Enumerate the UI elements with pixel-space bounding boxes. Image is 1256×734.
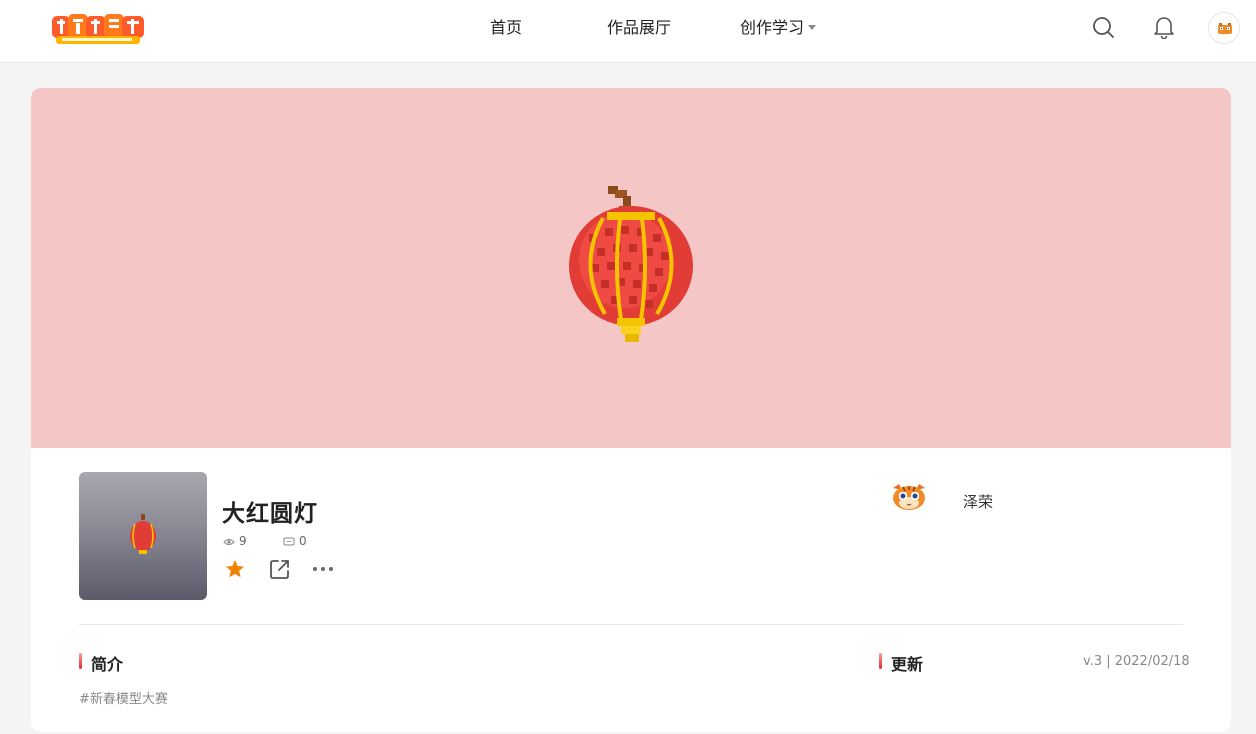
bell-icon[interactable]	[1153, 15, 1175, 40]
section-divider	[79, 624, 1183, 625]
author-avatar[interactable]	[890, 482, 928, 512]
nav-learn-dropdown[interactable]: 创作学习	[740, 14, 817, 38]
share-icon[interactable]	[269, 558, 291, 584]
comment-icon	[283, 537, 295, 546]
work-title: 大红圆灯	[222, 501, 318, 527]
version-info: v.3 | 2022/02/18	[1083, 654, 1190, 669]
lantern-model-image	[563, 182, 699, 348]
work-thumbnail[interactable]	[79, 472, 207, 600]
work-preview-banner[interactable]	[31, 88, 1231, 448]
site-logo[interactable]	[50, 12, 150, 46]
search-icon[interactable]	[1091, 15, 1115, 39]
comment-count-value: 0	[299, 534, 307, 548]
nav-gallery[interactable]: 作品展厅	[607, 14, 671, 38]
author-name[interactable]: 泽荣	[963, 491, 993, 512]
chevron-down-icon	[808, 25, 817, 30]
comment-count: 0	[283, 534, 307, 548]
top-navigation-bar: 首页 作品展厅 创作学习	[0, 0, 1256, 63]
nav-learn-label: 创作学习	[740, 18, 805, 37]
more-icon[interactable]	[312, 558, 334, 584]
nav-home[interactable]: 首页	[490, 14, 522, 38]
intro-tag[interactable]: #新春模型大赛	[79, 688, 168, 707]
intro-section-title: 简介	[79, 651, 123, 675]
user-avatar[interactable]	[1208, 12, 1240, 44]
view-count-value: 9	[239, 534, 247, 548]
star-icon[interactable]	[224, 558, 246, 584]
update-section-title: 更新	[879, 651, 923, 675]
work-detail-card: 大红圆灯 9 0 泽荣 简介 更新 v.3 | 2022/02/18 #新春模型…	[31, 88, 1231, 732]
eye-icon	[223, 539, 235, 545]
view-count: 9	[223, 534, 247, 548]
